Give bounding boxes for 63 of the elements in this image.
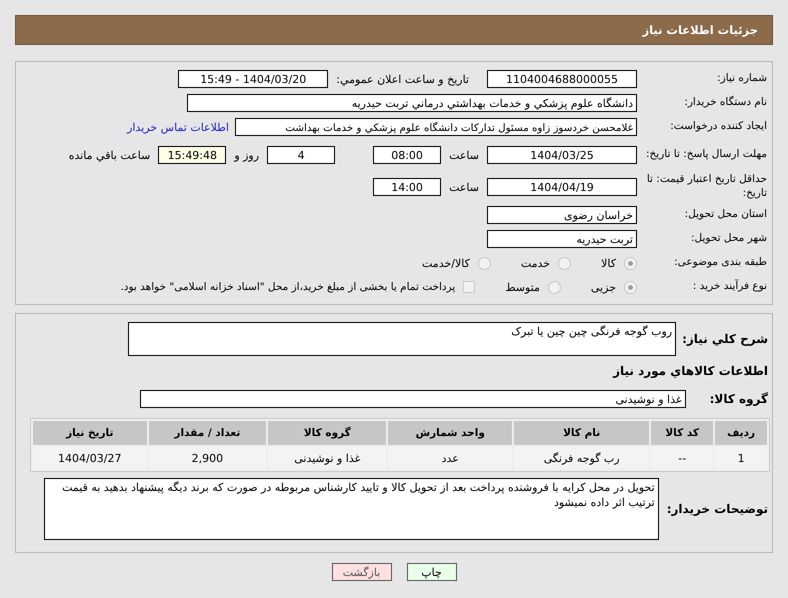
buyer-contact-link[interactable]: اطلاعات تماس خریدار — [127, 120, 229, 134]
table-cell: عدد — [388, 447, 512, 469]
field-label: تاريخ و ساعت اعلان عمومي: — [335, 72, 470, 86]
table-cell: 1404/03/27 — [33, 447, 146, 469]
validity-date-field: 1404/04/19 — [487, 178, 637, 196]
deadline-time-field: 08:00 — [373, 146, 442, 164]
field-label: شرح كلي نياز: — [681, 332, 769, 346]
description-field: روب گوجه فرنگی چین چین یا تبرک — [128, 322, 676, 356]
field-label: استان محل تحویل: — [684, 208, 768, 222]
remaining-time-field: 15:49:48 — [158, 146, 226, 164]
table-cell: 2,900 — [148, 447, 266, 469]
radio-label: خدمت — [520, 256, 550, 270]
remaining-label: ساعت باقي مانده — [68, 148, 152, 162]
validity-time-field: 14:00 — [373, 178, 442, 196]
print-button[interactable]: چاپ — [406, 563, 456, 581]
section-title: اطلاعات كالاهاي مورد نياز — [612, 364, 769, 378]
column-header: تاریخ نیاز — [33, 421, 146, 445]
column-header: کد کالا — [651, 421, 714, 445]
buyer-name-field: دانشگاه علوم پزشكي و خدمات بهداشتي درماني تربت حيدريه — [187, 94, 637, 112]
buyer-notes-field: تحویل در محل کرایه با فروشنده پرداخت بعد از تحویل کالا و تایید کارشناس مربوطه در صورت که برند دیگه پیشنهاد بدهید به قیمت ترتیب اثر داده نمیشود — [44, 478, 659, 540]
field-label: توضیحات خریدار: — [666, 502, 769, 516]
field-label: نام دستگاه خریدار: — [683, 96, 768, 110]
radio-label: کالا — [601, 256, 616, 270]
column-header: گروه کالا — [268, 421, 386, 445]
radio-button[interactable] — [558, 256, 572, 270]
field-label: حداقل تاریخ اعتبار قیمت: تا تاریخ: — [646, 173, 768, 201]
field-label: طبقه بندی موضوعی: — [673, 256, 768, 270]
goods-group-field: غذا و نوشیدنی — [140, 390, 686, 408]
page-title: جزئیات اطلاعات نیاز — [642, 23, 758, 37]
column-header: تعداد / مقدار — [148, 421, 266, 445]
province-field: خراسان رضوی — [487, 206, 637, 224]
radio-label: کالا/خدمت — [422, 256, 470, 270]
radio-label: متوسط — [505, 280, 540, 294]
radio-button[interactable] — [624, 256, 637, 270]
radio-button[interactable] — [478, 256, 491, 270]
creator-field: غلامحسن خردسوز زاوه مسئول تداركات دانشگاه علوم پزشكي و خدمات بهداشت — [235, 118, 637, 136]
radio-button[interactable] — [624, 280, 637, 294]
table-cell: غذا و نوشیدنی — [268, 447, 386, 469]
field-label: مهلت ارسال پاسخ: تا تاریخ: — [644, 148, 768, 162]
column-header: واحد شمارش — [388, 421, 512, 445]
time-label: ساعت — [448, 148, 480, 162]
radio-button[interactable] — [548, 280, 561, 294]
city-field: تربت حیدریه — [487, 230, 637, 248]
deadline-date-field: 1404/03/25 — [487, 146, 637, 164]
field-label: گروه کالا: — [708, 392, 769, 406]
field-label: شماره نیاز: — [716, 72, 768, 86]
table-cell: 1 — [715, 447, 767, 469]
need-number-field: 1104004688000055 — [487, 70, 637, 88]
table-cell: رب گوجه فرنگی — [514, 447, 650, 469]
checkbox-label: پرداخت تمام یا بخشی از مبلغ خرید،از محل "اسناد خزانه اسلامی" خواهد بود. — [120, 281, 456, 293]
days-field: 4 — [267, 146, 336, 164]
field-label: نوع فرآیند خرید : — [692, 280, 768, 294]
field-label: ایجاد کننده درخواست: — [669, 120, 768, 134]
column-header: نام کالا — [514, 421, 650, 445]
column-header: ردیف — [715, 421, 767, 445]
announce-date-field: 1404/03/20 - 15:49 — [178, 70, 328, 88]
checkbox[interactable] — [463, 281, 476, 293]
time-label: ساعت — [448, 180, 480, 194]
table-cell: -- — [651, 447, 714, 469]
days-label: روز و — [232, 148, 260, 162]
radio-label: جزیی — [590, 280, 616, 294]
back-button[interactable]: بازگشت — [332, 563, 392, 581]
field-label: شهر محل تحویل: — [690, 232, 768, 246]
